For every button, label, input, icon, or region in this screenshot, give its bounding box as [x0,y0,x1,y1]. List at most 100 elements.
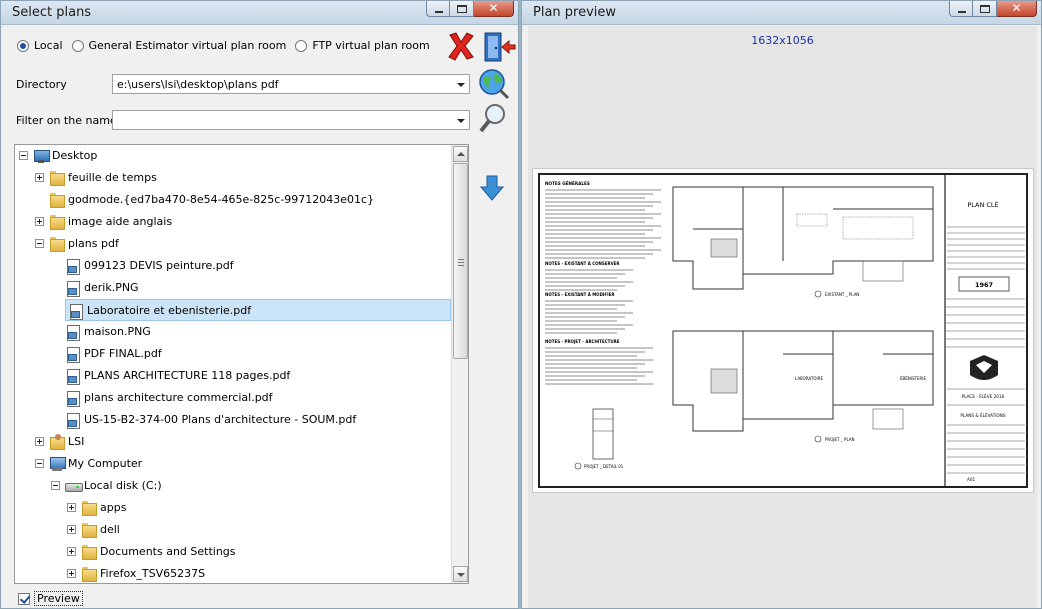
tree-item-label: Laboratoire et ebenisterie.pdf [87,304,252,317]
tree-item-label: Local disk (C:) [84,479,162,492]
image-dimensions: 1632x1056 [751,34,814,47]
tree-file-item[interactable]: 099123 DEVIS peinture.pdf [15,255,451,277]
tree-folder-item[interactable]: feuille de temps [15,167,451,189]
minimize-icon [958,11,966,13]
search-button[interactable] [477,102,509,134]
maximize-button[interactable] [450,1,474,17]
radio-ge-button[interactable] [71,39,84,52]
expand-icon[interactable] [67,503,76,512]
exit-door-icon [484,32,516,62]
drawing-title: PLANS & ÉLÉVATIONS [960,413,1006,418]
window-title: Plan preview [533,5,617,20]
tree-folder-item[interactable]: Local disk (C:) [15,475,451,497]
preview-area: 1632x1056 NOTES GÉNÉRALES NOTES - EXISTA… [528,26,1037,608]
place-label: PLACE - ÉLÈVE 2016 [962,394,1005,399]
minimize-button[interactable] [949,1,973,17]
expand-icon[interactable] [67,525,76,534]
globe-search-icon [479,69,510,100]
file-icon [65,412,81,429]
close-window-button[interactable]: ✕ [474,1,514,17]
exit-button[interactable] [483,31,516,63]
chevron-down-icon[interactable] [457,83,465,87]
tree-scrollbar[interactable] [451,145,468,583]
tree-item-label: Documents and Settings [100,545,236,558]
tree-folder-item[interactable]: My Computer [15,453,451,475]
radio-local[interactable]: Local [17,39,63,52]
tree-file-item[interactable]: PDF FINAL.pdf [15,343,451,365]
project-plan-label: PROJET _ PLAN [825,437,855,442]
folder-icon [49,192,65,208]
scroll-down-button[interactable] [453,566,468,582]
expand-icon[interactable] [67,569,76,578]
tree-file-item[interactable]: maison.PNG [15,321,451,343]
tree-file-item[interactable]: US-15-B2-374-00 Plans d'architecture - S… [15,409,451,431]
radio-ge-virtual-plan-room[interactable]: General Estimator virtual plan room [71,39,287,52]
tree-folder-item[interactable]: plans pdf [15,233,451,255]
filter-combobox[interactable] [112,110,470,130]
import-plan-button[interactable] [479,173,511,205]
tree-folder-item[interactable]: dell [15,519,451,541]
chevron-down-icon[interactable] [457,119,465,123]
tree-item-label: plans pdf [68,237,119,250]
radio-ftp-virtual-plan-room[interactable]: FTP virtual plan room [295,39,430,52]
maximize-button[interactable] [973,1,997,17]
directory-value: e:\users\lsi\desktop\plans pdf [117,78,279,91]
tree-item-label: PLANS ARCHITECTURE 118 pages.pdf [84,369,291,382]
tree-folder-item[interactable]: LSI [15,431,451,453]
file-icon [65,324,81,341]
detail-label: PROJET _ DETAIL 01 [584,464,624,469]
tree-folder-item[interactable]: image aide anglais [15,211,451,233]
chevron-up-icon [457,152,465,156]
expand-icon[interactable] [35,217,44,226]
architectural-plan-drawing: NOTES GÉNÉRALES NOTES - EXISTANT À CONSE… [538,173,1028,488]
scroll-up-button[interactable] [453,146,468,162]
radio-ge-label: General Estimator virtual plan room [88,39,287,52]
tree-item-label: derik.PNG [84,281,139,294]
cancel-button[interactable] [447,31,479,63]
folder-tree[interactable]: Desktop feuille de temps godmode.{ed7ba470… [14,144,469,584]
room-cab-label: ÉBÉNISTERIE [900,376,926,381]
directory-combobox[interactable]: e:\users\lsi\desktop\plans pdf [112,74,470,94]
radio-local-button[interactable] [17,39,29,52]
plan-preview-titlebar[interactable]: Plan preview ✕ [522,1,1041,25]
tree-folder-item[interactable]: godmode.{ed7ba470-8e54-465e-825c-9971204… [15,189,451,211]
browse-globe-button[interactable] [477,67,510,100]
collapse-icon[interactable] [51,481,60,490]
expand-icon[interactable] [35,173,44,182]
tree-file-item[interactable]: Laboratoire et ebenisterie.pdf [65,299,451,321]
radio-ftp-button[interactable] [295,39,308,52]
tree-file-item[interactable]: PLANS ARCHITECTURE 118 pages.pdf [15,365,451,387]
select-plans-window: Select plans ✕ Local General Estimator v… [0,0,519,609]
tree-item-label: LSI [68,435,85,448]
file-icon [65,280,81,297]
tree-item-label: dell [100,523,120,536]
collapse-icon[interactable] [19,151,28,160]
tree-folder-item[interactable]: Documents and Settings [15,541,451,563]
tree-item-label: plans architecture commercial.pdf [84,391,273,404]
expand-icon[interactable] [35,437,44,446]
select-plans-titlebar[interactable]: Select plans ✕ [1,1,518,25]
tree-folder-item[interactable]: apps [15,497,451,519]
folder-icon [81,544,97,560]
source-radio-group: Local General Estimator virtual plan roo… [17,39,439,52]
tree-file-item[interactable]: plans architecture commercial.pdf [15,387,451,409]
collapse-icon[interactable] [35,239,44,248]
existing-plan [672,186,934,290]
tree-folder-item[interactable]: Desktop [15,145,451,167]
collapse-icon[interactable] [35,459,44,468]
preview-checkbox-label[interactable]: Preview [34,591,83,606]
tree-item-label: image aide anglais [68,215,173,228]
close-icon: ✕ [488,1,499,15]
red-x-icon [448,32,474,61]
tree-item-label: feuille de temps [68,171,157,184]
minimize-button[interactable] [426,1,450,17]
scroll-thumb[interactable] [453,163,468,359]
close-window-button[interactable]: ✕ [997,1,1037,17]
preview-checkbox[interactable] [18,593,30,605]
file-icon [65,390,81,407]
tree-folder-item[interactable]: Firefox_TSV65237S [15,563,451,583]
expand-icon[interactable] [67,547,76,556]
tree-file-item[interactable]: derik.PNG [15,277,451,299]
file-icon [65,258,81,275]
title-block-lines [945,226,1025,474]
